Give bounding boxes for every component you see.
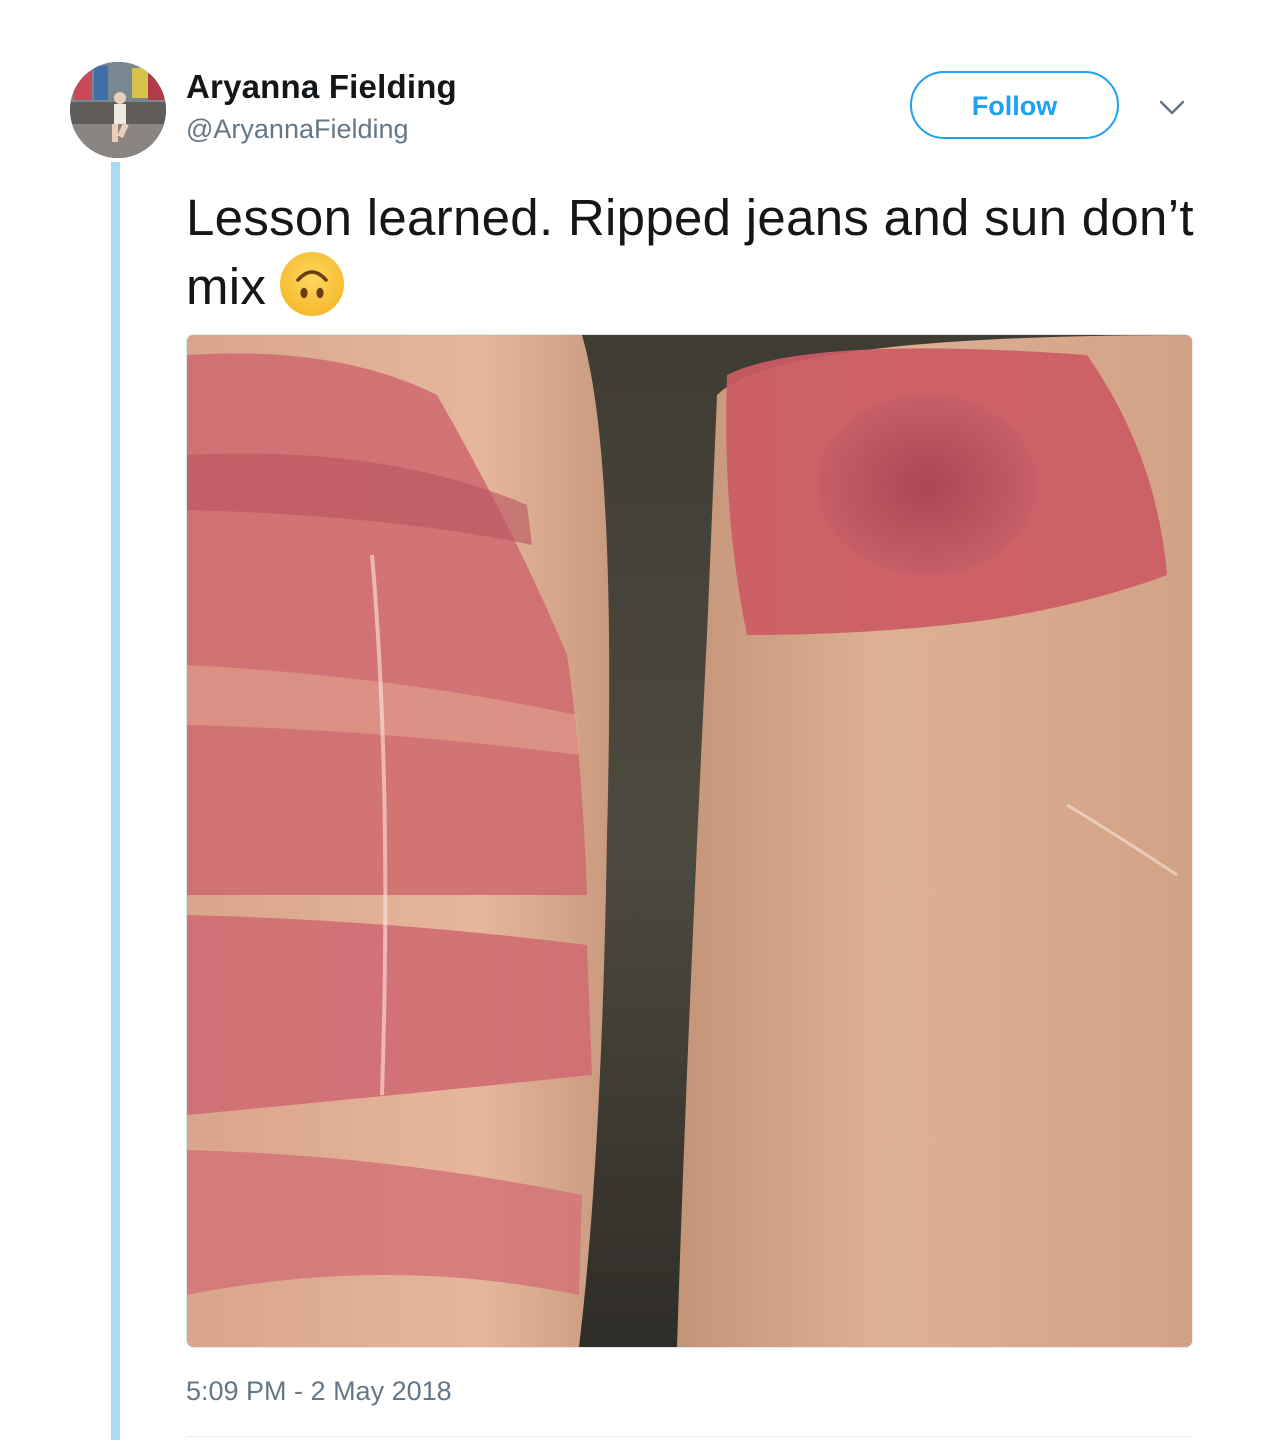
follow-button[interactable]: Follow bbox=[910, 71, 1119, 139]
tweet-photo[interactable] bbox=[186, 334, 1193, 1348]
divider bbox=[186, 1436, 1191, 1437]
tweet-text: Lesson learned. Ripped jeans and sun don… bbox=[186, 186, 1196, 319]
chevron-down-icon[interactable] bbox=[1157, 92, 1187, 122]
author-handle[interactable]: @AryannaFielding bbox=[186, 114, 409, 145]
author-avatar[interactable] bbox=[70, 62, 166, 158]
thread-connector-line bbox=[111, 162, 120, 1440]
upside-down-face-icon bbox=[280, 252, 345, 316]
tweet-timestamp[interactable]: 5:09 PM - 2 May 2018 bbox=[186, 1376, 452, 1407]
photo-icon bbox=[187, 335, 1192, 1347]
avatar-photo bbox=[70, 62, 166, 158]
author-display-name[interactable]: Aryanna Fielding bbox=[186, 68, 457, 106]
